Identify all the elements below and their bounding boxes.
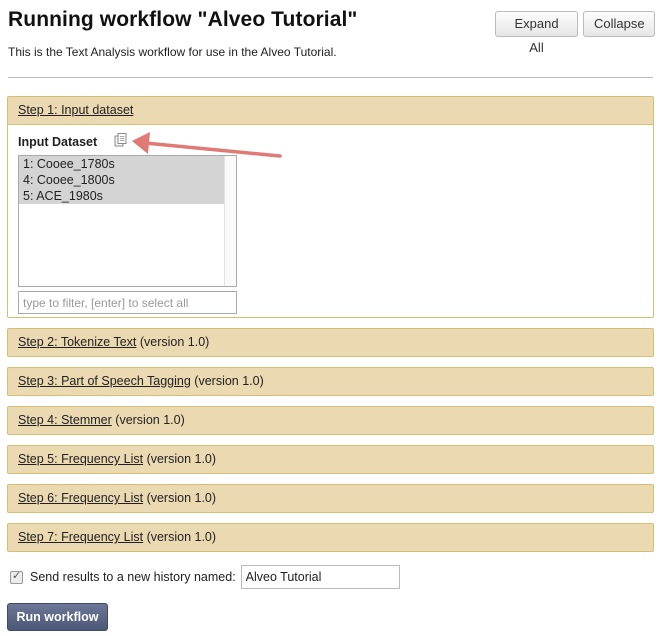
step-1-panel: Step 1: Input dataset Input Dataset 1: C… — [7, 96, 654, 318]
step-1-title[interactable]: Step 1: Input dataset — [18, 103, 133, 117]
step-4-panel[interactable]: Step 4: Stemmer (version 1.0) — [7, 406, 654, 435]
step-3-title[interactable]: Step 3: Part of Speech Tagging — [18, 374, 191, 388]
step-3-panel[interactable]: Step 3: Part of Speech Tagging (version … — [7, 367, 654, 396]
step-5-version: (version 1.0) — [146, 452, 217, 466]
dataset-multiselect[interactable]: 1: Cooee_1780s 4: Cooee_1800s 5: ACE_198… — [18, 155, 237, 287]
step-6-title[interactable]: Step 6: Frequency List — [18, 491, 143, 505]
dataset-option[interactable]: 1: Cooee_1780s — [19, 156, 224, 172]
step-1-header[interactable]: Step 1: Input dataset — [8, 97, 653, 124]
copy-datasets-icon[interactable] — [114, 133, 130, 147]
send-results-checkbox[interactable]: ✓ — [10, 569, 23, 584]
checkmark-icon: ✓ — [12, 569, 22, 582]
step-1-body: Input Dataset 1: Cooee_1780s 4: Cooee_18… — [8, 124, 653, 317]
run-workflow-button[interactable]: Run workflow — [7, 603, 108, 631]
step-7-title[interactable]: Step 7: Frequency List — [18, 530, 143, 544]
step-2-title[interactable]: Step 2: Tokenize Text — [18, 335, 136, 349]
step-7-version: (version 1.0) — [146, 530, 217, 544]
step-4-version: (version 1.0) — [115, 413, 185, 427]
collapse-button[interactable]: Collapse — [583, 11, 655, 37]
step-2-version: (version 1.0) — [139, 335, 210, 349]
history-name-input[interactable] — [240, 565, 400, 589]
step-2-panel[interactable]: Step 2: Tokenize Text (version 1.0) — [7, 328, 654, 357]
send-results-row: ✓ Send results to a new history named: — [10, 565, 400, 589]
page-title: Running workflow "Alveo Tutorial" — [8, 8, 358, 31]
step-7-panel[interactable]: Step 7: Frequency List (version 1.0) — [7, 523, 654, 552]
step-6-panel[interactable]: Step 6: Frequency List (version 1.0) — [7, 484, 654, 513]
step-6-version: (version 1.0) — [146, 491, 217, 505]
dataset-option[interactable]: 5: ACE_1980s — [19, 188, 224, 204]
input-dataset-label: Input Dataset — [18, 135, 98, 149]
multiselect-scrollbar[interactable] — [224, 156, 236, 286]
expand-all-button[interactable]: Expand All — [495, 11, 578, 55]
dataset-filter-input[interactable] — [18, 291, 237, 314]
step-5-panel[interactable]: Step 5: Frequency List (version 1.0) — [7, 445, 654, 474]
step-4-title[interactable]: Step 4: Stemmer — [18, 413, 112, 427]
step-5-title[interactable]: Step 5: Frequency List — [18, 452, 143, 466]
header-divider — [8, 77, 653, 78]
dataset-option[interactable]: 4: Cooee_1800s — [19, 172, 224, 188]
workflow-description: This is the Text Analysis workflow for u… — [8, 45, 337, 59]
step-3-version: (version 1.0) — [194, 374, 264, 388]
send-results-label: Send results to a new history named: — [30, 570, 236, 584]
